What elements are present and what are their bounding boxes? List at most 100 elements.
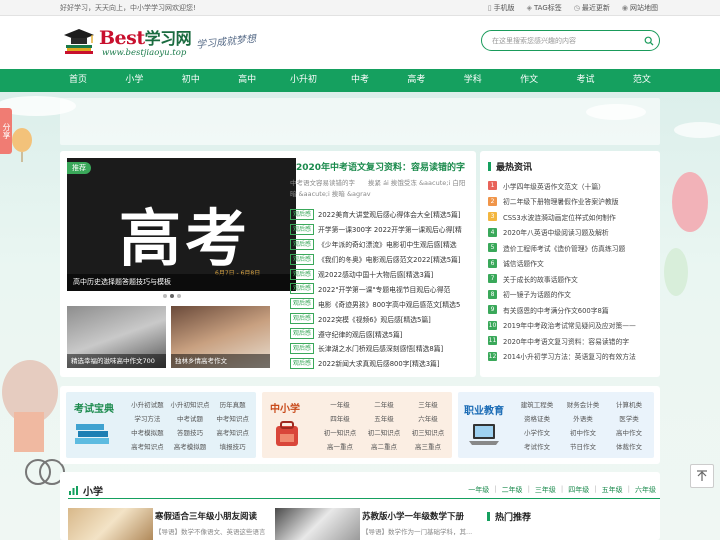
grade-link[interactable]: 三年级 bbox=[535, 485, 556, 495]
category-link[interactable]: 高考知识点 bbox=[126, 440, 169, 454]
grade-link[interactable]: 六年级 bbox=[635, 485, 656, 495]
tag-link[interactable]: ◈ TAG标签 bbox=[527, 3, 562, 13]
category-link[interactable]: 初二知识点 bbox=[362, 426, 406, 440]
latest-item[interactable]: 4 2020年八英语中级阅读习题及解析 bbox=[488, 225, 656, 241]
school-block-title[interactable]: 中小学 bbox=[270, 400, 300, 415]
nav-senior[interactable]: 高中 bbox=[227, 69, 267, 92]
thumb-card[interactable]: 独林乡情高考作文 bbox=[171, 306, 270, 368]
grade-link[interactable]: 四年级 bbox=[568, 485, 589, 495]
category-link[interactable]: 初三知识点 bbox=[406, 426, 450, 440]
category-link[interactable]: 医学类 bbox=[606, 412, 652, 426]
category-link[interactable]: 节日作文 bbox=[560, 440, 606, 454]
nav-template[interactable]: 范文 bbox=[622, 69, 662, 92]
category-link[interactable]: 五年级 bbox=[362, 412, 406, 426]
latest-item[interactable]: 10 2019年中考政治考试常见疑问及应对策—— bbox=[488, 318, 656, 334]
latest-item[interactable]: 8 初一镜子为话题的作文 bbox=[488, 287, 656, 303]
latest-item[interactable]: 12 2014小升初学习方法：英语复习的有效方法 bbox=[488, 349, 656, 365]
category-link[interactable]: 高二重点 bbox=[362, 440, 406, 454]
article-thumb[interactable] bbox=[275, 508, 360, 540]
nav-gaokao[interactable]: 高考 bbox=[396, 69, 436, 92]
article-thumb[interactable] bbox=[68, 508, 153, 540]
list-item[interactable]: 观后感 电影《奇迹男孩》800字高中观后感范文[精选5 bbox=[290, 296, 469, 311]
section-title[interactable]: 小学 bbox=[68, 483, 103, 498]
latest-item[interactable]: 2 初二年级下册物理暑假作业答案沪教版 bbox=[488, 194, 656, 210]
list-item[interactable]: 观后感 《少年派的奇幻漂流》电影初中生观后感[精选 bbox=[290, 237, 469, 252]
category-link[interactable]: 二年级 bbox=[362, 398, 406, 412]
list-item[interactable]: 观后感 2022突模《视频6》观后感[精选5篇] bbox=[290, 311, 469, 326]
category-link[interactable]: 中考模拟题 bbox=[126, 426, 169, 440]
slider-dot[interactable] bbox=[163, 294, 167, 298]
nav-essay[interactable]: 作文 bbox=[509, 69, 549, 92]
list-item[interactable]: 观后感 长津湖之水门桥观后感深刻感悟[精选8篇] bbox=[290, 341, 469, 356]
category-link[interactable]: 资格证类 bbox=[514, 412, 560, 426]
slider-dot[interactable] bbox=[177, 294, 181, 298]
list-item[interactable]: 观后感 开学第一课300字 2022开学第一课观后心得[精 bbox=[290, 222, 469, 237]
latest-item[interactable]: 5 造价工程师考试《造价管理》仿真练习题 bbox=[488, 240, 656, 256]
category-link[interactable]: 答题技巧 bbox=[169, 426, 212, 440]
category-link[interactable]: 中考试题 bbox=[169, 412, 212, 426]
category-link[interactable]: 四年级 bbox=[318, 412, 362, 426]
share-tab[interactable]: 分享 bbox=[0, 108, 12, 154]
search-input[interactable]: 在这里搜索您感兴趣的内容 bbox=[492, 36, 576, 46]
category-link[interactable]: 财务会计类 bbox=[560, 398, 606, 412]
latest-item[interactable]: 9 有关感恩的中考满分作文600字8篇 bbox=[488, 302, 656, 318]
category-link[interactable]: 小升初知识点 bbox=[169, 398, 212, 412]
category-link[interactable]: 体裁作文 bbox=[606, 440, 652, 454]
latest-item[interactable]: 3 CSS3水波涟漪动画定位样式如何制作 bbox=[488, 209, 656, 225]
category-link[interactable]: 小学作文 bbox=[514, 426, 560, 440]
nav-junior[interactable]: 初中 bbox=[171, 69, 211, 92]
vocational-block-title[interactable]: 职业教育 bbox=[464, 402, 504, 417]
category-link[interactable]: 初一知识点 bbox=[318, 426, 362, 440]
search-button[interactable] bbox=[640, 32, 657, 49]
ad-banner[interactable] bbox=[60, 98, 660, 145]
category-link[interactable]: 学习方法 bbox=[126, 412, 169, 426]
category-link[interactable]: 高一重点 bbox=[318, 440, 362, 454]
mobile-link[interactable]: ▯ 手机版 bbox=[488, 3, 515, 13]
category-link[interactable]: 小升初试题 bbox=[126, 398, 169, 412]
category-link[interactable]: 三年级 bbox=[406, 398, 450, 412]
list-item[interactable]: 观后感 《我们的冬奥》电影观后感范文2022[精选5篇] bbox=[290, 252, 469, 267]
latest-item[interactable]: 1 小学四年级英语作文范文（十篇） bbox=[488, 178, 656, 194]
article-title[interactable]: 寒假适合三年级小朋友阅读 bbox=[155, 510, 257, 522]
grade-link[interactable]: 二年级 bbox=[502, 485, 523, 495]
nav-subject[interactable]: 学科 bbox=[453, 69, 493, 92]
category-link[interactable]: 初中作文 bbox=[560, 426, 606, 440]
category-link[interactable]: 六年级 bbox=[406, 412, 450, 426]
category-link[interactable]: 高中作文 bbox=[606, 426, 652, 440]
nav-primary[interactable]: 小学 bbox=[114, 69, 154, 92]
category-link[interactable]: 外语类 bbox=[560, 412, 606, 426]
category-link[interactable]: 高考模拟题 bbox=[169, 440, 212, 454]
exam-block-title[interactable]: 考试宝典 bbox=[74, 400, 114, 415]
category-link[interactable]: 建筑工程类 bbox=[514, 398, 560, 412]
category-link[interactable]: 计算机类 bbox=[606, 398, 652, 412]
nav-xiaoshengchu[interactable]: 小升初 bbox=[284, 69, 324, 92]
slide-caption[interactable]: 高中历史选择题答题技巧与模板 bbox=[67, 274, 296, 291]
logo-text[interactable]: Best学习网 bbox=[99, 25, 192, 49]
graduation-cap-icon[interactable] bbox=[62, 26, 96, 56]
article-title[interactable]: 苏教版小学一年级数学下册 bbox=[362, 510, 464, 522]
category-link[interactable]: 高三重点 bbox=[406, 440, 450, 454]
back-to-top-button[interactable] bbox=[690, 464, 714, 488]
category-link[interactable]: 中考知识点 bbox=[211, 412, 254, 426]
nav-zhongkao[interactable]: 中考 bbox=[340, 69, 380, 92]
category-link[interactable]: 高考知识点 bbox=[211, 426, 254, 440]
nav-home[interactable]: 首页 bbox=[58, 69, 98, 92]
list-item[interactable]: 观后感 2022美育大讲堂观后感心得体会大全[精选5篇] bbox=[290, 207, 469, 222]
category-link[interactable]: 填报技巧 bbox=[211, 440, 254, 454]
category-link[interactable]: 考试作文 bbox=[514, 440, 560, 454]
latest-item[interactable]: 7 关于成长的故事话题作文 bbox=[488, 271, 656, 287]
recent-updates-link[interactable]: ◷ 最近更新 bbox=[574, 3, 610, 13]
grade-link[interactable]: 五年级 bbox=[602, 485, 623, 495]
list-item[interactable]: 观后感 遵守纪律的观后感[精选5篇] bbox=[290, 326, 469, 341]
category-link[interactable]: 一年级 bbox=[318, 398, 362, 412]
list-item[interactable]: 观后感 观2022感动中国十大物后感[精选3篇] bbox=[290, 267, 469, 282]
headline-title[interactable]: 2020年中考语文复习资料：容易读错的字 bbox=[296, 160, 467, 173]
category-link[interactable]: 历年真题 bbox=[211, 398, 254, 412]
slider-dot-active[interactable] bbox=[170, 294, 174, 298]
thumb-card[interactable]: 精选幸福的滋味高中作文700 bbox=[67, 306, 166, 368]
grade-link[interactable]: 一年级 bbox=[468, 485, 489, 495]
latest-item[interactable]: 6 诚信话题作文 bbox=[488, 256, 656, 272]
list-item[interactable]: 观后感 2022新闻大求真观后感800字[精选3篇] bbox=[290, 356, 469, 371]
featured-slide[interactable]: 高考 6月7日 - 6月8日 推荐 高中历史选择题答题技巧与模板 bbox=[67, 158, 296, 291]
nav-exam[interactable]: 考试 bbox=[566, 69, 606, 92]
